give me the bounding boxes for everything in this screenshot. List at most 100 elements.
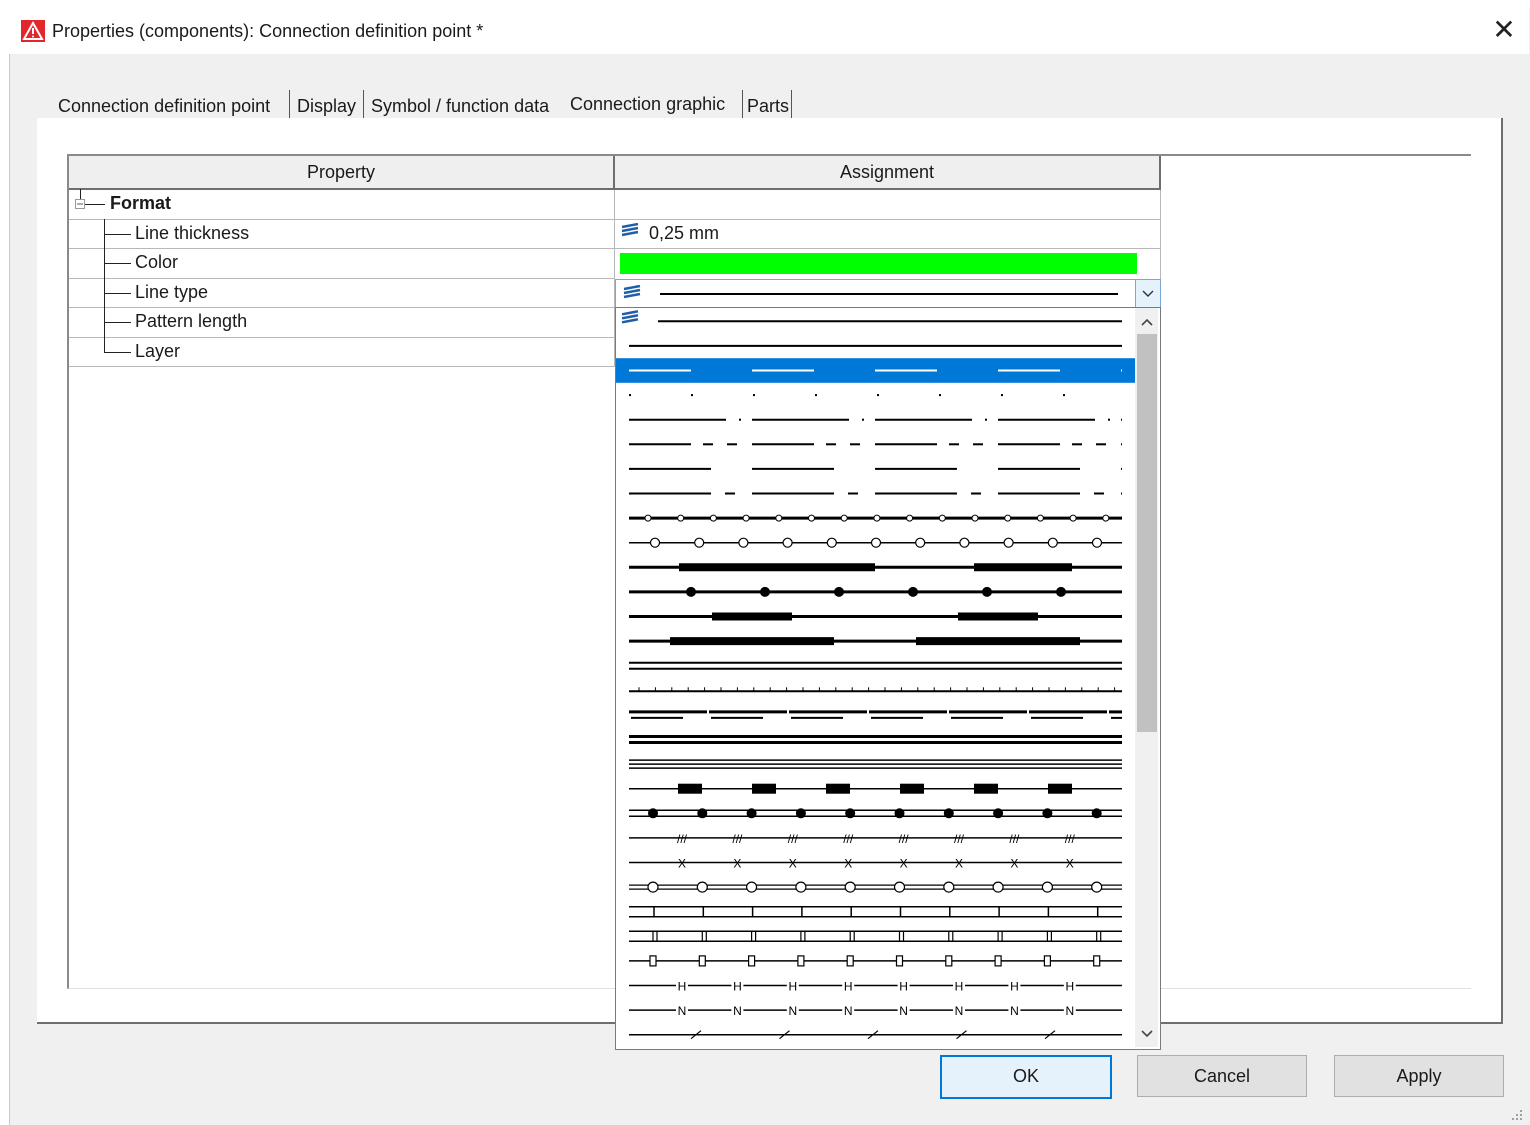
line-type-option-circles-small[interactable] <box>629 514 1122 522</box>
resize-grip-icon[interactable] <box>1508 1106 1524 1122</box>
color-swatch[interactable] <box>620 253 1137 274</box>
row-color[interactable]: Color <box>135 252 178 273</box>
warning-triangle-icon <box>21 20 45 42</box>
line-type-option-box-open[interactable] <box>629 955 1122 967</box>
line-type-option-circles-open[interactable] <box>629 537 1122 548</box>
svg-text:X: X <box>844 857 852 871</box>
chevron-up-icon[interactable] <box>1137 312 1157 332</box>
line-type-option-double-line[interactable] <box>629 661 1122 670</box>
window-title: Properties (components): Connection defi… <box>52 21 484 41</box>
svg-text:///: /// <box>732 832 743 846</box>
svg-text:H: H <box>844 980 853 994</box>
tab-separator <box>742 90 743 118</box>
svg-text:///: /// <box>1065 832 1076 846</box>
svg-text:X: X <box>1066 857 1074 871</box>
line-type-option-dotted[interactable] <box>629 394 1065 397</box>
tree-line <box>104 293 131 294</box>
svg-text:X: X <box>733 857 741 871</box>
svg-text:H: H <box>788 980 797 994</box>
svg-text:N: N <box>1065 1004 1074 1018</box>
tab-parts[interactable]: Parts <box>747 93 789 119</box>
close-icon[interactable]: ✕ <box>1486 14 1522 48</box>
tree-line <box>104 322 131 323</box>
svg-text:N: N <box>1010 1004 1019 1018</box>
line-type-list[interactable]: /// /// /// /// /// /// /// /// X X X X X X X X H H H H H H H H… <box>615 307 1161 1050</box>
header-property[interactable]: Property <box>69 156 615 190</box>
line-type-option-box-ticks-2[interactable] <box>629 930 1122 943</box>
svg-text:N: N <box>955 1004 964 1018</box>
row-divider <box>69 219 1161 220</box>
svg-text:X: X <box>678 857 686 871</box>
line-type-option-layer-solid[interactable] <box>621 310 1122 324</box>
line-type-option-double-solid[interactable] <box>629 735 1122 744</box>
tab-connection-definition-point[interactable]: Connection definition point <box>58 93 270 119</box>
svg-text:X: X <box>955 857 963 871</box>
line-type-option-dash-dot[interactable] <box>629 418 1160 421</box>
layer-stack-icon <box>623 285 641 299</box>
line-type-option-dots-line[interactable] <box>629 808 1122 819</box>
group-format[interactable]: Format <box>110 193 171 214</box>
tree-line <box>104 234 131 235</box>
collapse-icon[interactable] <box>75 199 85 209</box>
svg-text:///: /// <box>843 832 854 846</box>
tab-separator <box>363 90 364 118</box>
line-type-option-triple-line[interactable] <box>629 759 1122 769</box>
dropdown-arrow-button[interactable] <box>1135 280 1160 307</box>
svg-text:N: N <box>844 1004 853 1018</box>
line-type-option-dashed[interactable] <box>616 358 1136 383</box>
scroll-thumb[interactable] <box>1137 334 1157 732</box>
tree-line <box>85 204 105 205</box>
row-divider <box>69 337 615 338</box>
chevron-down-icon[interactable] <box>1137 1024 1157 1044</box>
apply-button[interactable]: Apply <box>1334 1055 1504 1097</box>
tab-separator <box>289 90 290 118</box>
line-type-option-circles-double[interactable] <box>629 881 1122 893</box>
ok-button[interactable]: OK <box>940 1055 1112 1099</box>
row-divider <box>69 307 615 308</box>
column-divider <box>1160 190 1161 280</box>
svg-text:X: X <box>900 857 908 871</box>
tree-line <box>104 219 105 353</box>
svg-text:N: N <box>733 1004 742 1018</box>
row-pattern-length[interactable]: Pattern length <box>135 311 247 332</box>
svg-text:///: /// <box>788 832 799 846</box>
row-layer[interactable]: Layer <box>135 341 180 362</box>
line-type-option-triple-slash[interactable]: /// /// /// /// /// /// /// /// <box>629 832 1122 846</box>
row-divider <box>69 366 615 367</box>
svg-text:N: N <box>788 1004 797 1018</box>
dropdown-selected-line <box>660 293 1118 295</box>
line-type-option-block-dashes[interactable] <box>629 783 1122 794</box>
svg-text:///: /// <box>954 832 965 846</box>
svg-text:H: H <box>1010 980 1019 994</box>
line-type-option-slashes[interactable] <box>629 1030 1122 1040</box>
cancel-button[interactable]: Cancel <box>1137 1055 1307 1097</box>
tab-symbol-function-data[interactable]: Symbol / function data <box>371 93 549 119</box>
line-type-option-x-marks[interactable]: XXXXXXXX <box>629 857 1122 871</box>
tab-connection-graphic[interactable]: Connection graphic <box>570 91 725 117</box>
svg-text:N: N <box>678 1004 687 1018</box>
line-type-option-dots-filled[interactable] <box>629 586 1122 597</box>
row-divider <box>69 278 615 279</box>
header-assignment[interactable]: Assignment <box>615 156 1161 190</box>
line-thickness-value[interactable]: 0,25 mm <box>649 223 719 244</box>
layer-stack-icon <box>621 223 639 237</box>
svg-text:H: H <box>1065 980 1074 994</box>
line-type-option-tick-line[interactable] <box>629 687 1122 693</box>
row-divider <box>69 248 1161 249</box>
svg-text:H: H <box>955 980 964 994</box>
svg-text:///: /// <box>899 832 910 846</box>
line-type-option-box-ticks[interactable] <box>629 905 1122 918</box>
svg-text:X: X <box>789 857 797 871</box>
tree-line <box>104 263 131 264</box>
line-type-option-letter-N[interactable]: NNNNNNNN <box>629 1003 1122 1018</box>
tab-display[interactable]: Display <box>297 93 356 119</box>
tab-separator <box>791 90 792 118</box>
line-type-option-letter-H[interactable]: HHHHHHHH <box>629 978 1122 994</box>
svg-text:///: /// <box>677 832 688 846</box>
svg-text:///: /// <box>1009 832 1020 846</box>
row-line-thickness[interactable]: Line thickness <box>135 223 249 244</box>
line-type-option-dashed-double[interactable] <box>629 710 1122 719</box>
line-type-list-canvas: /// /// /// /// /// /// /// /// X X X X X X X X H H H H H H H H… <box>616 310 1160 1040</box>
tree-line <box>104 352 131 353</box>
row-line-type[interactable]: Line type <box>135 282 208 303</box>
